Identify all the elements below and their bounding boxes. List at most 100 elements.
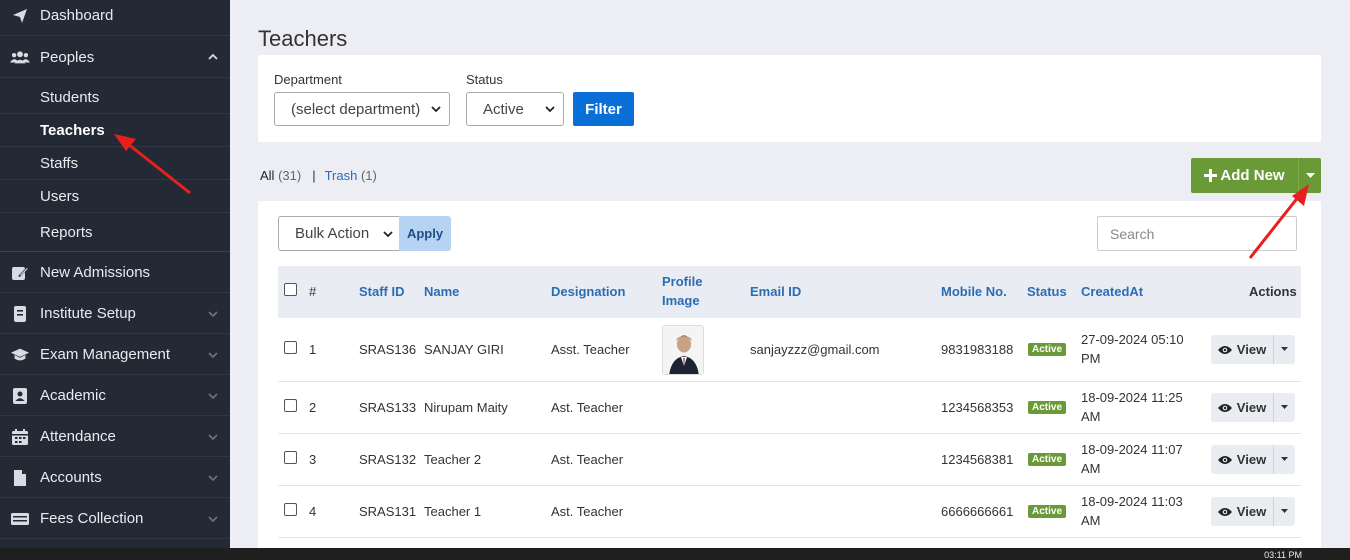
chevron-down-icon — [208, 474, 218, 481]
select-all-checkbox[interactable] — [284, 283, 297, 296]
plus-icon — [1204, 169, 1218, 182]
chevron-down-icon — [208, 310, 218, 317]
sidebar-item-label: Institute Setup — [40, 305, 136, 322]
department-select[interactable]: (select department) — [274, 92, 450, 126]
sidebar-item-label: Dashboard — [40, 7, 114, 24]
book-icon — [10, 305, 30, 323]
caret-down-icon — [1281, 405, 1288, 409]
status-badge: Active — [1028, 401, 1067, 414]
caret-down-icon — [1305, 172, 1315, 178]
file-icon — [10, 469, 30, 487]
apply-button[interactable]: Apply — [399, 216, 451, 251]
sidebar-subitem-teachers[interactable]: Teachers — [0, 114, 230, 147]
row-actions-dropdown[interactable] — [1273, 497, 1295, 526]
list-tabs: All (31) | Trash (1) — [260, 168, 377, 183]
sidebar-item-exam-management[interactable]: Exam Management — [0, 335, 230, 375]
caret-down-icon — [1281, 509, 1288, 513]
graduation-cap-icon — [10, 346, 30, 364]
sidebar-item-accounts[interactable]: Accounts — [0, 458, 230, 498]
col-mobile[interactable]: Mobile No. — [941, 282, 1007, 301]
sidebar-item-label: Accounts — [40, 469, 102, 486]
search-input[interactable]: Search — [1097, 216, 1297, 251]
sidebar-item-fees-collection[interactable]: Fees Collection — [0, 499, 230, 539]
view-button[interactable]: View — [1211, 393, 1273, 422]
chevron-down-icon — [208, 351, 218, 358]
paper-plane-icon — [10, 7, 30, 25]
col-created-at[interactable]: CreatedAt — [1081, 282, 1143, 301]
filter-button[interactable]: Filter — [573, 92, 634, 126]
caret-down-icon — [1281, 347, 1288, 351]
sidebar-subitem-reports[interactable]: Reports — [0, 213, 230, 252]
sidebar-item-academic[interactable]: Academic — [0, 376, 230, 416]
sidebar-item-label: Attendance — [40, 428, 116, 445]
profile-photo — [662, 325, 704, 375]
money-icon — [10, 510, 30, 528]
chevron-down-icon — [208, 433, 218, 440]
status-label: Status — [466, 72, 503, 87]
eye-icon — [1217, 507, 1232, 516]
sidebar-item-label: Academic — [40, 387, 106, 404]
tab-trash[interactable]: Trash (1) — [325, 168, 377, 183]
sidebar-item-label: Fees Collection — [40, 510, 144, 527]
row-actions-dropdown[interactable] — [1273, 393, 1295, 422]
sidebar-subitem-staffs[interactable]: Staffs — [0, 147, 230, 180]
chevron-down-icon — [208, 515, 218, 522]
caret-down-icon — [1281, 457, 1288, 461]
table-row: 1 SRAS136 SANJAY GIRI Asst. Teacher sanj… — [278, 318, 1301, 382]
row-actions-dropdown[interactable] — [1273, 445, 1295, 474]
sidebar: Dashboard Peoples Students Teachers Staf… — [0, 0, 230, 548]
users-icon — [10, 48, 30, 66]
sidebar-subitem-users[interactable]: Users — [0, 180, 230, 213]
chevron-down-icon — [208, 392, 218, 399]
os-taskbar — [0, 548, 1350, 560]
col-email[interactable]: Email ID — [750, 282, 801, 301]
chevron-down-icon — [383, 230, 393, 237]
eye-icon — [1217, 403, 1232, 412]
row-checkbox[interactable] — [284, 503, 297, 516]
col-actions: Actions — [1249, 284, 1297, 299]
row-checkbox[interactable] — [284, 399, 297, 412]
add-new-dropdown-toggle[interactable] — [1298, 158, 1321, 193]
status-badge: Active — [1028, 453, 1067, 466]
view-button[interactable]: View — [1211, 445, 1273, 474]
tab-all[interactable]: All (31) — [260, 168, 301, 183]
department-label: Department — [274, 72, 342, 87]
id-card-icon — [10, 387, 30, 405]
page-title: Teachers — [258, 26, 348, 51]
chevron-down-icon — [431, 106, 441, 113]
status-badge: Active — [1028, 505, 1067, 518]
col-status[interactable]: Status — [1027, 282, 1067, 301]
row-checkbox[interactable] — [284, 341, 297, 354]
col-profile-image: Profile Image — [662, 274, 703, 308]
view-button[interactable]: View — [1211, 335, 1273, 364]
sidebar-item-new-admissions[interactable]: New Admissions — [0, 253, 230, 293]
sidebar-item-label: New Admissions — [40, 264, 151, 281]
table-row: 3 SRAS132 Teacher 2 Ast. Teacher 1234568… — [278, 434, 1301, 486]
sidebar-item-dashboard[interactable]: Dashboard — [0, 0, 230, 36]
chevron-up-icon — [208, 53, 218, 60]
calendar-icon — [10, 428, 30, 446]
sidebar-subitem-students[interactable]: Students — [0, 81, 230, 114]
sidebar-item-attendance[interactable]: Attendance — [0, 417, 230, 457]
chevron-down-icon — [545, 106, 555, 113]
col-staff-id[interactable]: Staff ID — [359, 282, 405, 301]
col-designation[interactable]: Designation — [551, 282, 625, 301]
sidebar-item-label: Exam Management — [40, 346, 171, 363]
eye-icon — [1217, 345, 1232, 354]
row-actions-dropdown[interactable] — [1273, 335, 1295, 364]
add-new-button[interactable]: Add New — [1191, 158, 1298, 193]
view-button[interactable]: View — [1211, 497, 1273, 526]
table-row: 2 SRAS133 Nirupam Maity Ast. Teacher 123… — [278, 382, 1301, 434]
col-name[interactable]: Name — [424, 282, 459, 301]
status-select[interactable]: Active — [466, 92, 564, 126]
sidebar-item-institute-setup[interactable]: Institute Setup — [0, 294, 230, 334]
eye-icon — [1217, 455, 1232, 464]
bulk-action-select[interactable]: Bulk Action — [278, 216, 400, 251]
table-header: # Staff ID Name Designation Profile Image… — [278, 266, 1301, 318]
table-row: 4 SRAS131 Teacher 1 Ast. Teacher 6666666… — [278, 486, 1301, 538]
sidebar-item-peoples[interactable]: Peoples — [0, 37, 230, 78]
row-checkbox[interactable] — [284, 451, 297, 464]
status-badge: Active — [1028, 343, 1067, 356]
taskbar-clock: 03:11 PM — [1264, 550, 1302, 560]
edit-icon — [10, 264, 30, 282]
